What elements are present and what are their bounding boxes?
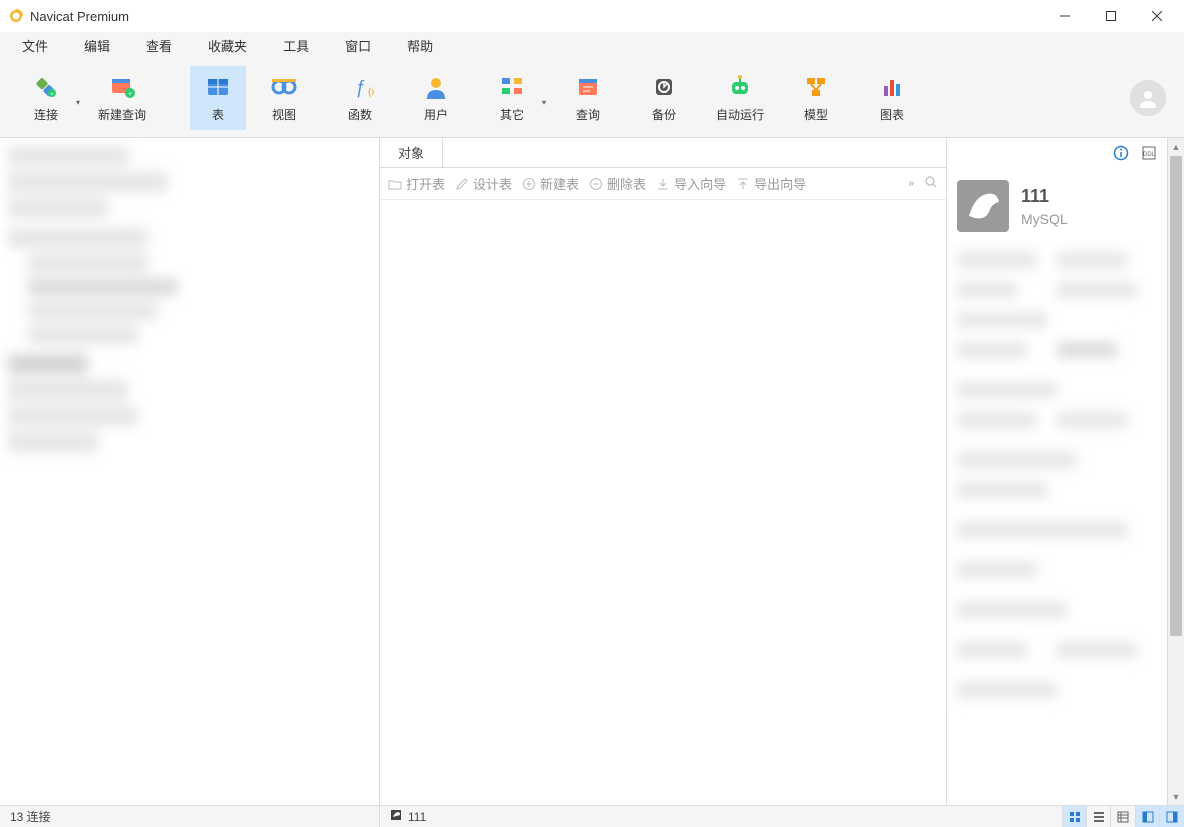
svg-text:DDL: DDL xyxy=(1143,152,1156,158)
main-toolbar: + 连接 ▾ + 新建查询 表 视图 ƒ(x) 函数 用户 其它 ▾ 查询 备份… xyxy=(0,58,1184,138)
svg-text:(x): (x) xyxy=(368,87,374,98)
scroll-up-arrow-icon[interactable]: ▲ xyxy=(1168,138,1184,155)
window-title: Navicat Premium xyxy=(30,9,129,24)
tab-bar: 对象 xyxy=(380,138,946,168)
status-bar: 13 连接 111 xyxy=(0,805,1184,827)
status-view-switcher xyxy=(1063,806,1136,827)
design-table-button[interactable]: 设计表 xyxy=(455,174,512,193)
connection-summary: 111 MySQL xyxy=(947,168,1167,242)
pencil-icon xyxy=(455,177,469,191)
tab-empty-area xyxy=(443,138,946,167)
panel-right-icon[interactable] xyxy=(1160,806,1184,827)
scroll-down-arrow-icon[interactable]: ▼ xyxy=(1168,788,1184,805)
toolbar-table[interactable]: 表 xyxy=(190,66,246,130)
main-area: 对象 打开表 设计表 新建表 删除表 导入向导 xyxy=(0,138,1184,805)
menu-view[interactable]: 查看 xyxy=(128,33,190,58)
toolbar-connect[interactable]: + 连接 ▾ xyxy=(8,66,84,130)
new-table-button[interactable]: 新建表 xyxy=(522,174,579,193)
close-button[interactable] xyxy=(1134,0,1180,32)
query-icon xyxy=(575,72,601,102)
app-icon xyxy=(8,8,24,24)
plus-circle-icon xyxy=(522,177,536,191)
plug-icon: + xyxy=(32,72,60,102)
view-icon xyxy=(270,72,298,102)
connection-name: 111 xyxy=(1021,186,1068,207)
toolbar-view[interactable]: 视图 xyxy=(246,66,322,130)
toolbar-backup[interactable]: 备份 xyxy=(626,66,702,130)
open-table-button[interactable]: 打开表 xyxy=(388,174,445,193)
menu-window[interactable]: 窗口 xyxy=(327,33,389,58)
chart-icon xyxy=(879,72,905,102)
svg-text:+: + xyxy=(128,91,132,98)
svg-text:+: + xyxy=(50,92,54,98)
import-wizard-button[interactable]: 导入向导 xyxy=(656,174,726,193)
connection-path-icon xyxy=(390,809,402,824)
minimize-button[interactable] xyxy=(1042,0,1088,32)
panel-left-icon[interactable] xyxy=(1136,806,1160,827)
menu-tools[interactable]: 工具 xyxy=(265,33,327,58)
menu-file[interactable]: 文件 xyxy=(4,33,66,58)
overflow-chevron-icon[interactable]: » xyxy=(908,178,914,189)
chevron-down-icon: ▾ xyxy=(542,98,546,107)
toolbar-chart[interactable]: 图表 xyxy=(854,66,930,130)
connection-details-redacted xyxy=(947,242,1167,805)
mysql-logo-icon xyxy=(957,180,1009,232)
scrollbar-thumb[interactable] xyxy=(1170,156,1182,636)
list-view-icon[interactable] xyxy=(1087,806,1111,827)
menu-edit[interactable]: 编辑 xyxy=(66,33,128,58)
export-wizard-button[interactable]: 导出向导 xyxy=(736,174,806,193)
toolbar-autorun[interactable]: 自动运行 xyxy=(702,66,778,130)
user-avatar[interactable] xyxy=(1130,80,1166,116)
info-panel: DDL 111 MySQL xyxy=(947,138,1167,805)
model-icon xyxy=(803,72,829,102)
toolbar-model[interactable]: 模型 xyxy=(778,66,854,130)
menu-favorites[interactable]: 收藏夹 xyxy=(190,33,265,58)
table-icon xyxy=(205,72,231,102)
center-panel: 对象 打开表 设计表 新建表 删除表 导入向导 xyxy=(380,138,947,805)
object-list[interactable] xyxy=(380,200,946,805)
toolbar-function[interactable]: ƒ(x) 函数 xyxy=(322,66,398,130)
info-icon[interactable] xyxy=(1113,145,1129,161)
vertical-scrollbar[interactable]: ▲ ▼ xyxy=(1167,138,1184,805)
maximize-button[interactable] xyxy=(1088,0,1134,32)
robot-icon xyxy=(726,72,754,102)
backup-icon xyxy=(651,72,677,102)
toolbar-user[interactable]: 用户 xyxy=(398,66,474,130)
toolbar-query[interactable]: 查询 xyxy=(550,66,626,130)
export-icon xyxy=(736,177,750,191)
menu-help[interactable]: 帮助 xyxy=(389,33,451,58)
folder-open-icon xyxy=(388,177,402,191)
import-icon xyxy=(656,177,670,191)
detail-view-icon[interactable] xyxy=(1111,806,1135,827)
status-panel-switcher xyxy=(1136,806,1184,827)
ddl-icon[interactable]: DDL xyxy=(1141,145,1157,161)
tab-objects[interactable]: 对象 xyxy=(380,138,443,167)
toolbar-other[interactable]: 其它 ▾ xyxy=(474,66,550,130)
status-path: 111 xyxy=(380,806,1063,827)
menu-bar: 文件 编辑 查看 收藏夹 工具 窗口 帮助 xyxy=(0,32,1184,58)
grid-view-icon[interactable] xyxy=(1063,806,1087,827)
newquery-icon: + xyxy=(108,72,136,102)
connection-type: MySQL xyxy=(1021,211,1068,227)
other-icon xyxy=(499,72,525,102)
title-bar: Navicat Premium xyxy=(0,0,1184,32)
fx-icon: ƒ(x) xyxy=(346,72,374,102)
status-connections: 13 连接 xyxy=(0,806,380,827)
connection-tree[interactable] xyxy=(0,138,380,805)
delete-table-button[interactable]: 删除表 xyxy=(589,174,646,193)
object-toolbar: 打开表 设计表 新建表 删除表 导入向导 导出向导 xyxy=(380,168,946,200)
toolbar-new-query[interactable]: + 新建查询 xyxy=(84,66,160,130)
user-icon xyxy=(424,72,448,102)
svg-text:ƒ: ƒ xyxy=(355,77,365,97)
chevron-down-icon: ▾ xyxy=(76,98,80,107)
minus-circle-icon xyxy=(589,177,603,191)
search-icon[interactable] xyxy=(924,175,938,192)
